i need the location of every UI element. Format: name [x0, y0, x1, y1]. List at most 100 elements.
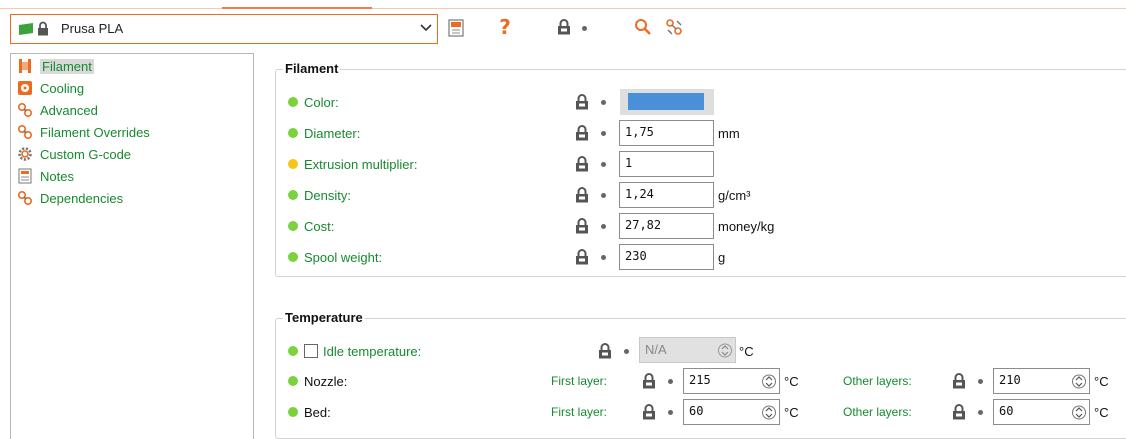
status-dot	[288, 190, 298, 200]
nozzle-label: Nozzle:	[288, 371, 347, 391]
dropdown-arrow-icon[interactable]	[419, 20, 433, 34]
compare-icon[interactable]	[665, 18, 683, 36]
status-dot	[288, 159, 298, 169]
top-accent-line	[0, 0, 1126, 12]
wrench-icon	[17, 102, 33, 118]
diameter-input[interactable]: 1,75	[619, 120, 714, 146]
cooling-icon	[18, 81, 32, 95]
spin-arrows-icon[interactable]	[1072, 404, 1086, 421]
wrench-icon	[17, 190, 33, 206]
bed-label: Bed:	[288, 402, 331, 422]
status-dot	[288, 376, 298, 386]
sidebar-item-label: Notes	[40, 168, 74, 184]
density-input[interactable]: 1,24	[619, 182, 714, 208]
lock-icon[interactable]	[642, 404, 656, 420]
preset-combobox[interactable]: Prusa PLA	[10, 14, 438, 44]
system-value-bullet	[978, 379, 983, 384]
system-value-bullet	[601, 131, 606, 136]
density-unit: g/cm³	[718, 187, 751, 203]
sidebar-item-label: Filament	[40, 58, 94, 74]
idle-temperature-unit: °C	[739, 343, 754, 359]
lock-icon[interactable]	[575, 156, 589, 172]
lock-icon[interactable]	[575, 94, 589, 110]
search-icon[interactable]	[634, 18, 652, 36]
save-icon[interactable]	[448, 19, 464, 37]
bed-first-layer-label: First layer:	[551, 405, 608, 419]
diameter-label: Diameter:	[288, 123, 360, 143]
extrusion-multiplier-input[interactable]: 1	[619, 151, 714, 177]
color-label: Color:	[288, 92, 339, 112]
spool-weight-input[interactable]: 230	[619, 244, 714, 270]
filament-icon	[19, 59, 31, 73]
status-dot	[288, 221, 298, 231]
lock-icon[interactable]	[575, 125, 589, 141]
nozzle-first-layer-unit: °C	[784, 373, 799, 389]
system-value-bullet	[601, 255, 606, 260]
system-value-bullet	[601, 224, 606, 229]
lock-icon[interactable]	[598, 343, 612, 359]
sidebar-item-label: Custom G-code	[40, 146, 132, 162]
lock-icon[interactable]	[575, 218, 589, 234]
sidebar-item-label: Filament Overrides	[40, 124, 150, 140]
nozzle-other-layers-unit: °C	[1094, 373, 1109, 389]
wrench-icon	[17, 124, 33, 140]
spin-arrows-icon[interactable]	[1072, 373, 1086, 390]
spin-arrows-icon[interactable]	[762, 404, 776, 421]
system-value-bullet	[582, 26, 587, 31]
spin-arrows-icon[interactable]	[762, 373, 776, 390]
lock-icon[interactable]	[557, 19, 571, 35]
sidebar-item-notes[interactable]: Notes	[17, 166, 74, 186]
help-icon[interactable]: ?	[497, 14, 513, 40]
sidebar-item-label: Cooling	[40, 80, 85, 96]
system-value-bullet	[601, 193, 606, 198]
status-dot	[288, 128, 298, 138]
preset-name: Prusa PLA	[61, 21, 124, 36]
bed-first-layer-unit: °C	[784, 404, 799, 420]
sidebar-item-filament-overrides[interactable]: Filament Overrides	[17, 122, 150, 142]
spool-weight-unit: g	[718, 249, 726, 265]
idle-temperature-label: Idle temperature:	[288, 341, 421, 361]
gear-icon	[18, 147, 32, 161]
lock-icon[interactable]	[642, 373, 656, 389]
lock-icon[interactable]	[952, 404, 966, 420]
settings-page-list: Filament Cooling Advanced Filament Overr…	[10, 53, 254, 439]
flag-icon	[19, 23, 33, 35]
lock-icon[interactable]	[575, 249, 589, 265]
idle-temperature-input[interactable]: N/A	[639, 337, 736, 363]
sidebar-item-cooling[interactable]: Cooling	[17, 78, 84, 98]
filament-group-title: Filament	[283, 61, 341, 76]
nozzle-other-layers-input[interactable]: 210	[993, 368, 1090, 394]
notes-icon	[18, 168, 32, 184]
idle-temperature-checkbox[interactable]	[304, 344, 318, 358]
status-dot	[288, 346, 298, 356]
lock-icon[interactable]	[575, 187, 589, 203]
color-swatch-fill	[628, 93, 704, 110]
bed-first-layer-input[interactable]: 60	[683, 399, 780, 425]
system-value-bullet	[601, 100, 606, 105]
color-picker-button[interactable]	[620, 89, 714, 115]
nozzle-first-layer-input[interactable]: 215	[683, 368, 780, 394]
status-dot	[288, 252, 298, 262]
cost-unit: money/kg	[718, 218, 775, 234]
lock-icon[interactable]	[952, 373, 966, 389]
cost-label: Cost:	[288, 216, 334, 236]
diameter-unit: mm	[718, 125, 740, 141]
sidebar-item-dependencies[interactable]: Dependencies	[17, 188, 123, 208]
spin-arrows-icon[interactable]	[718, 342, 732, 359]
sidebar-item-filament[interactable]: Filament	[17, 56, 94, 76]
system-value-bullet	[668, 379, 673, 384]
nozzle-other-layers-label: Other layers:	[843, 374, 912, 388]
system-value-bullet	[601, 162, 606, 167]
status-dot	[288, 407, 298, 417]
system-value-bullet	[668, 410, 673, 415]
temperature-group-title: Temperature	[283, 310, 365, 325]
nozzle-first-layer-label: First layer:	[551, 374, 608, 388]
cost-input[interactable]: 27,82	[619, 213, 714, 239]
bed-other-layers-input[interactable]: 60	[993, 399, 1090, 425]
system-value-bullet	[978, 410, 983, 415]
sidebar-item-custom-gcode[interactable]: Custom G-code	[17, 144, 131, 164]
bed-other-layers-unit: °C	[1094, 404, 1109, 420]
density-label: Density:	[288, 185, 351, 205]
status-dot	[288, 97, 298, 107]
sidebar-item-advanced[interactable]: Advanced	[17, 100, 98, 120]
